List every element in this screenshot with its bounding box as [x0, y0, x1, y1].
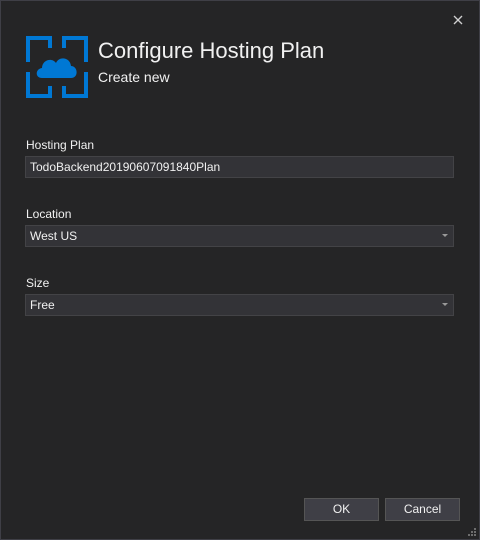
dialog-title: Configure Hosting Plan	[98, 38, 325, 63]
close-icon[interactable]	[449, 11, 467, 29]
dialog-header: Configure Hosting Plan Create new	[25, 35, 324, 99]
location-label: Location	[26, 207, 72, 221]
configure-hosting-plan-dialog: Configure Hosting Plan Create new Hostin…	[0, 0, 480, 540]
resize-grip-icon[interactable]	[466, 526, 476, 536]
hosting-plan-label: Hosting Plan	[26, 138, 95, 152]
location-dropdown[interactable]: West US	[25, 225, 454, 247]
cancel-button[interactable]: Cancel	[385, 498, 460, 521]
chevron-down-icon	[442, 234, 448, 237]
hosting-plan-input[interactable]: TodoBackend20190607091840Plan	[25, 156, 454, 178]
hosting-plan-value: TodoBackend20190607091840Plan	[30, 160, 221, 174]
dialog-subtitle: Create new	[98, 69, 170, 85]
ok-button[interactable]: OK	[304, 498, 379, 521]
location-value: West US	[30, 229, 78, 243]
size-label: Size	[26, 276, 50, 290]
chevron-down-icon	[442, 303, 448, 306]
azure-app-service-icon	[26, 36, 88, 98]
size-dropdown[interactable]: Free	[25, 294, 454, 316]
size-value: Free	[30, 298, 55, 312]
